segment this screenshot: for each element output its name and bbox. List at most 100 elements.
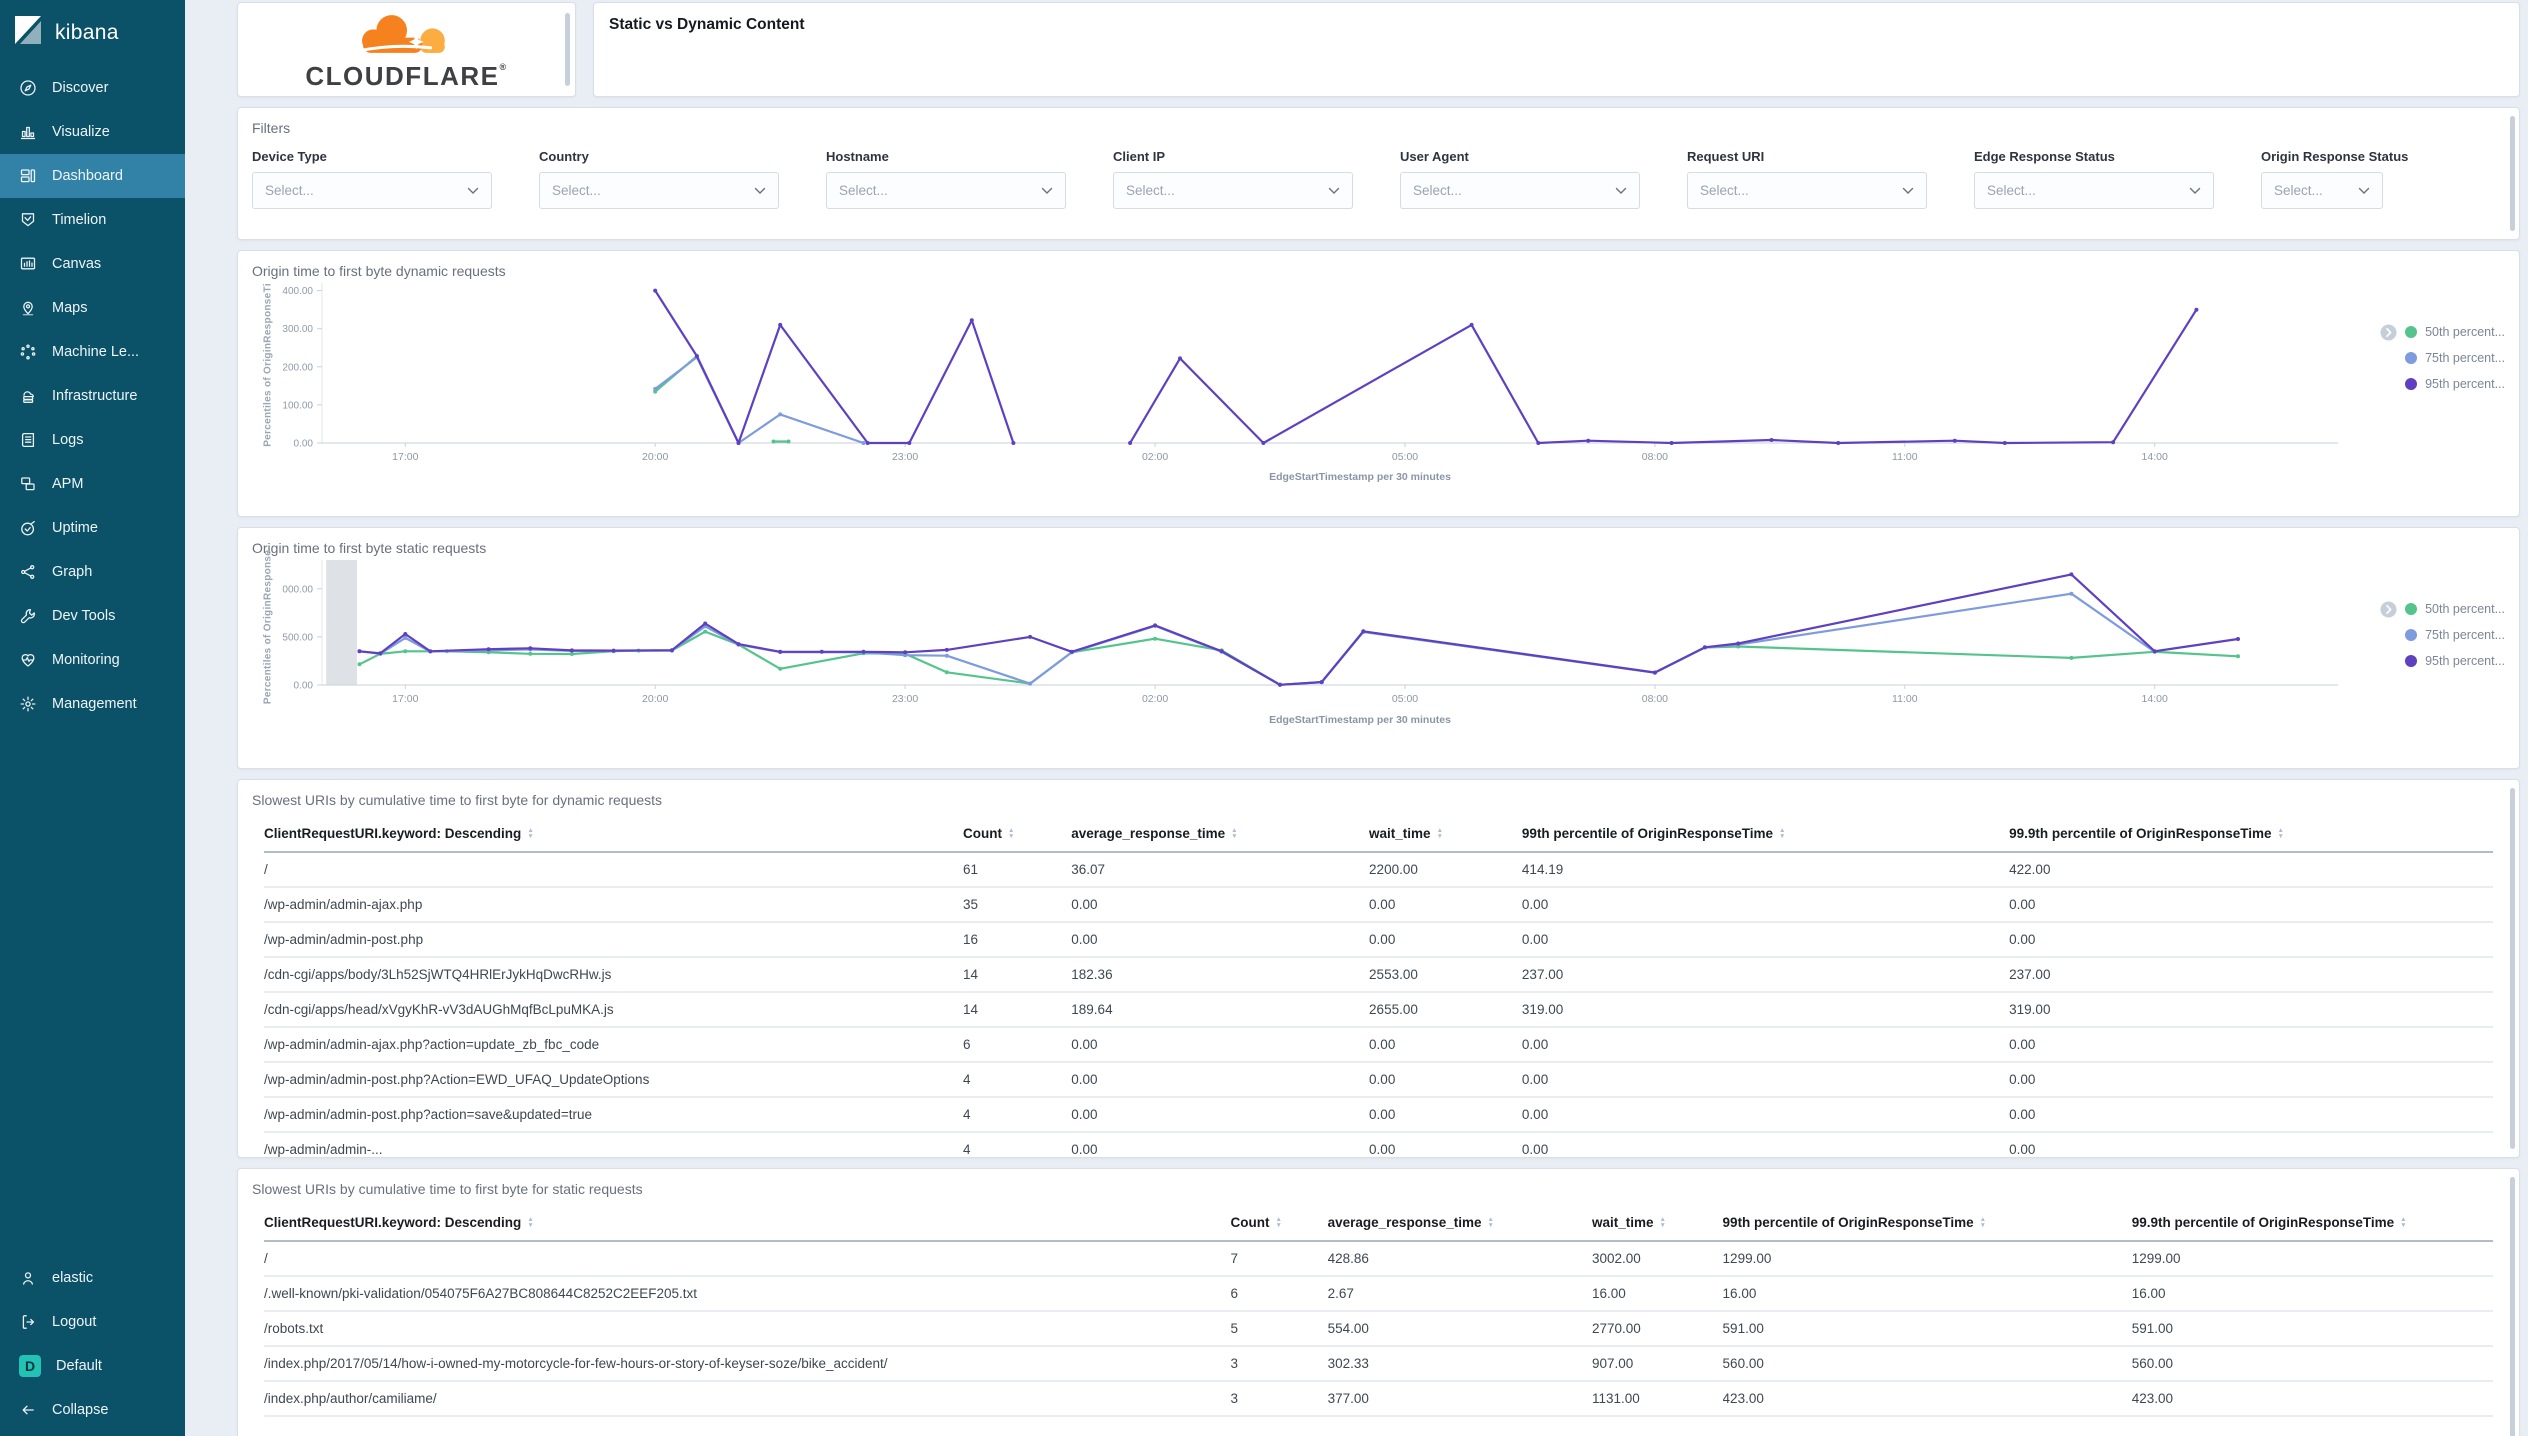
column-header[interactable]: ClientRequestURI.keyword: Descending ▲ ▼ bbox=[264, 1209, 1231, 1242]
sort-icon[interactable]: ▲ ▼ bbox=[1008, 827, 1014, 840]
sort-icon[interactable]: ▲ ▼ bbox=[1275, 1216, 1281, 1229]
column-header[interactable]: 99th percentile of OriginResponseTime ▲ ▼ bbox=[1722, 1209, 2132, 1242]
select-placeholder: Select... bbox=[265, 183, 314, 198]
sort-icon[interactable]: ▲ ▼ bbox=[1437, 827, 1443, 840]
legend-expand-icon[interactable] bbox=[2380, 601, 2397, 618]
filter-select-country[interactable]: Select... bbox=[539, 172, 779, 209]
column-header[interactable]: 99.9th percentile of OriginResponseTime ▲… bbox=[2009, 820, 2493, 853]
sort-icon[interactable]: ▲ ▼ bbox=[1231, 827, 1237, 840]
scrollbar[interactable] bbox=[2510, 116, 2515, 231]
sidebar-item-dev-tools[interactable]: Dev Tools bbox=[0, 594, 185, 638]
table-row: /7 428.86 3002.00 1299.00 1299.00 bbox=[264, 1241, 2493, 1277]
column-header[interactable]: Count ▲ ▼ bbox=[962, 820, 1072, 853]
sidebar-item-monitoring[interactable]: Monitoring bbox=[0, 638, 185, 682]
filter-select-request-uri[interactable]: Select... bbox=[1687, 172, 1927, 209]
sidebar-item-machine-learning[interactable]: Machine Le... bbox=[0, 330, 185, 374]
legend-item[interactable]: 50th percent... bbox=[2380, 596, 2505, 622]
table-cell: 0.00 bbox=[1369, 1132, 1522, 1157]
app-name: kibana bbox=[55, 20, 119, 44]
column-header[interactable]: ClientRequestURI.keyword: Descending ▲ ▼ bbox=[264, 820, 963, 853]
scrollbar[interactable] bbox=[2510, 788, 2515, 1149]
filter-select-device-type[interactable]: Select... bbox=[252, 172, 492, 209]
sidebar-item-visualize[interactable]: Visualize bbox=[0, 110, 185, 154]
column-header[interactable]: 99th percentile of OriginResponseTime ▲ ▼ bbox=[1521, 820, 2010, 853]
sidebar-item-collapse[interactable]: Collapse bbox=[0, 1388, 185, 1432]
chevron-down-icon bbox=[1041, 187, 1053, 194]
column-header[interactable]: average_response_time ▲ ▼ bbox=[1327, 1209, 1592, 1242]
column-header[interactable]: 99.9th percentile of OriginResponseTime ▲… bbox=[2131, 1209, 2493, 1242]
sort-icon[interactable]: ▲ ▼ bbox=[527, 827, 533, 840]
table-cell: 554.00 bbox=[1327, 1311, 1592, 1347]
svg-text:0.00: 0.00 bbox=[294, 681, 314, 692]
legend-item[interactable]: 95th percent... bbox=[2405, 648, 2505, 674]
filter-select-origin-response-status[interactable]: Select... bbox=[2261, 172, 2383, 209]
scrollbar[interactable] bbox=[565, 13, 570, 86]
logout-icon bbox=[19, 1313, 37, 1331]
sidebar-item-default-space[interactable]: D Default bbox=[0, 1344, 185, 1388]
sidebar-item-graph[interactable]: Graph bbox=[0, 550, 185, 594]
svg-text:14:00: 14:00 bbox=[2142, 693, 2168, 705]
line-chart-static[interactable]: 0.00 500.00 1000.00 17:00 20:00 23:00 02:00 05:… bbox=[282, 560, 2367, 712]
sort-icon[interactable]: ▲ ▼ bbox=[1779, 827, 1785, 840]
sidebar-item-logout[interactable]: Logout bbox=[0, 1300, 185, 1344]
sort-icon[interactable]: ▲ ▼ bbox=[527, 1216, 533, 1229]
legend-item[interactable]: 50th percent... bbox=[2380, 319, 2505, 345]
sidebar: kibana Discover Visualize Dashboard Timelio… bbox=[0, 0, 185, 1436]
sidebar-item-infrastructure[interactable]: Infrastructure bbox=[0, 374, 185, 418]
column-header[interactable]: wait_time ▲ ▼ bbox=[1369, 820, 1522, 853]
column-header[interactable]: wait_time ▲ ▼ bbox=[1591, 1209, 1723, 1242]
sort-icon[interactable]: ▲ ▼ bbox=[1659, 1216, 1665, 1229]
table-cell: 428.86 bbox=[1327, 1241, 1592, 1277]
sidebar-item-dashboard[interactable]: Dashboard bbox=[0, 154, 185, 198]
sidebar-item-label: Graph bbox=[52, 564, 93, 580]
chart-area: Percentiles of OriginResponse 0.00 500.00… bbox=[252, 550, 2506, 712]
legend-item[interactable]: 95th percent... bbox=[2405, 371, 2505, 397]
sidebar-item-maps[interactable]: Maps bbox=[0, 286, 185, 330]
slowest-uris-static-table: ClientRequestURI.keyword: Descending ▲ ▼ Co… bbox=[264, 1209, 2493, 1417]
select-placeholder: Select... bbox=[1413, 183, 1462, 198]
table-cell: /wp-admin/admin-post.php?Action=EWD_UFAQ… bbox=[264, 1062, 963, 1098]
slowest-uris-dynamic-table: ClientRequestURI.keyword: Descending ▲ ▼ Co… bbox=[264, 820, 2493, 1157]
column-header[interactable]: Count ▲ ▼ bbox=[1230, 1209, 1328, 1242]
sidebar-item-elastic[interactable]: elastic bbox=[0, 1256, 185, 1300]
svg-text:0.00: 0.00 bbox=[294, 439, 314, 450]
sidebar-item-timelion[interactable]: Timelion bbox=[0, 198, 185, 242]
scrollbar[interactable] bbox=[2510, 1177, 2515, 1436]
filter-label: Device Type bbox=[252, 149, 327, 164]
kibana-logo[interactable]: kibana bbox=[0, 0, 185, 66]
sidebar-item-management[interactable]: Management bbox=[0, 682, 185, 726]
table-cell: 591.00 bbox=[2131, 1311, 2493, 1347]
svg-text:100.00: 100.00 bbox=[282, 400, 313, 411]
legend-item[interactable]: 75th percent... bbox=[2405, 345, 2505, 371]
sidebar-item-label: elastic bbox=[52, 1270, 94, 1286]
table-cell: 2553.00 bbox=[1369, 957, 1522, 993]
select-placeholder: Select... bbox=[1700, 183, 1749, 198]
line-chart-dynamic[interactable]: 0.00 100.00 200.00 300.00 400.00 17:00 20:00 23… bbox=[282, 283, 2367, 469]
table-cell: 2655.00 bbox=[1369, 992, 1522, 1028]
sort-icon[interactable]: ▲ ▼ bbox=[2400, 1216, 2406, 1229]
filter-label: Client IP bbox=[1113, 149, 1166, 164]
table-cell: 14 bbox=[962, 992, 1072, 1028]
table-cell: 6 bbox=[962, 1027, 1072, 1063]
sort-icon[interactable]: ▲ ▼ bbox=[1980, 1216, 1986, 1229]
sidebar-item-canvas[interactable]: Canvas bbox=[0, 242, 185, 286]
table-cell: 0.00 bbox=[2009, 1062, 2493, 1098]
logs-icon bbox=[19, 431, 37, 449]
filter-label: Origin Response Status bbox=[2261, 149, 2409, 164]
sidebar-item-label: APM bbox=[52, 476, 84, 492]
table-cell: 1299.00 bbox=[1722, 1241, 2132, 1277]
sidebar-item-apm[interactable]: APM bbox=[0, 462, 185, 506]
sort-icon[interactable]: ▲ ▼ bbox=[2277, 827, 2283, 840]
sort-icon[interactable]: ▲ ▼ bbox=[1487, 1216, 1493, 1229]
svg-text:11:00: 11:00 bbox=[1892, 693, 1918, 705]
sidebar-item-logs[interactable]: Logs bbox=[0, 418, 185, 462]
sidebar-item-discover[interactable]: Discover bbox=[0, 66, 185, 110]
filter-select-edge-response-status[interactable]: Select... bbox=[1974, 172, 2214, 209]
legend-expand-icon[interactable] bbox=[2380, 324, 2397, 341]
filter-select-hostname[interactable]: Select... bbox=[826, 172, 1066, 209]
column-header[interactable]: average_response_time ▲ ▼ bbox=[1071, 820, 1370, 853]
legend-item[interactable]: 75th percent... bbox=[2405, 622, 2505, 648]
sidebar-item-uptime[interactable]: Uptime bbox=[0, 506, 185, 550]
filter-select-client-ip[interactable]: Select... bbox=[1113, 172, 1353, 209]
filter-select-user-agent[interactable]: Select... bbox=[1400, 172, 1640, 209]
